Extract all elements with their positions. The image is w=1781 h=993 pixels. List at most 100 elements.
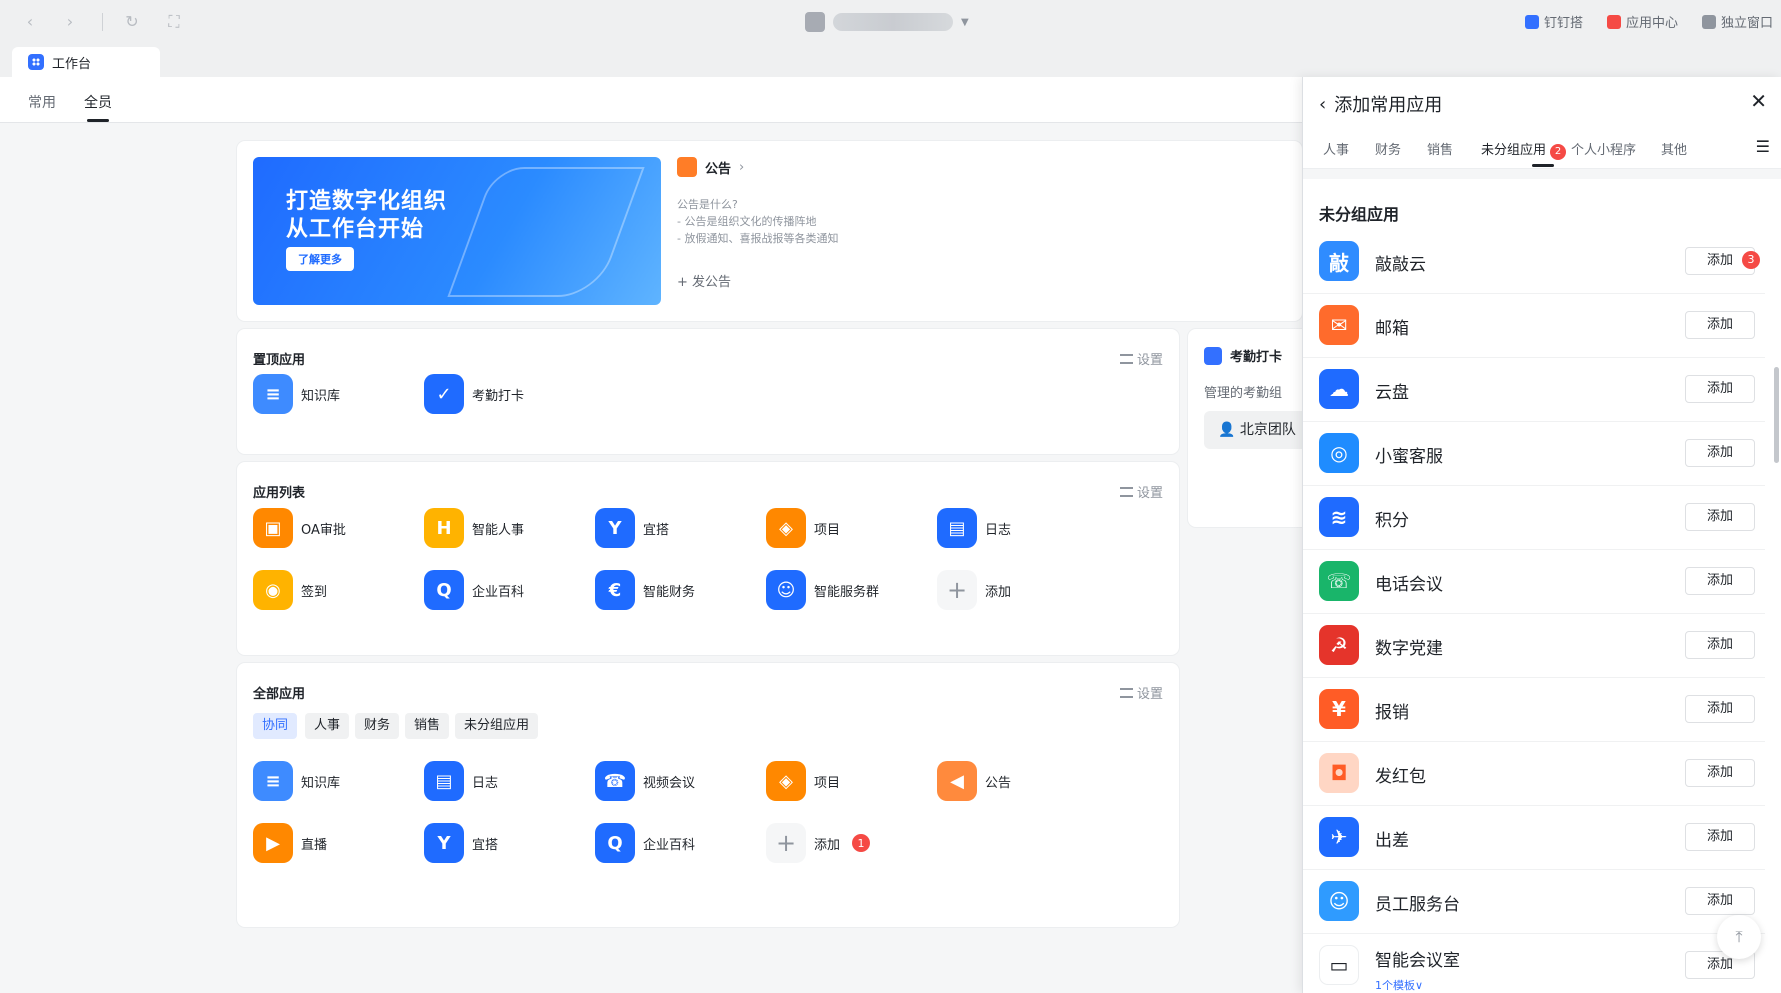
panel-tab[interactable]: 人事 [1323,139,1349,158]
add-button[interactable]: 添加 [1685,631,1755,659]
app-icon: ☺ [1319,881,1359,921]
add-button[interactable]: 添加 [1685,823,1755,851]
add-button[interactable]: 添加 [1685,759,1755,787]
app-item[interactable]: Y 宜搭 [424,823,498,863]
pinned-apps-card: 置顶应用 设置 ≡ 知识库 ✓ 考勤打卡 [237,329,1179,454]
app-icon: € [595,570,635,610]
filter-chip[interactable]: 协同 [253,713,298,739]
top-link-0[interactable]: 钉钉搭 [1524,12,1583,31]
app-item[interactable]: € 智能财务 [595,570,695,610]
app-icon: ◈ [766,761,806,801]
app-item[interactable]: ≡ 知识库 [253,761,340,801]
workbench-icon [28,54,44,70]
add-label: 添加 [1706,253,1733,268]
chevron-down-icon[interactable]: ▼ [961,17,969,28]
add-button[interactable]: 添加 [1685,439,1755,467]
add-button[interactable]: 添加 [1685,375,1755,403]
panel-tab[interactable]: 销售 [1427,139,1453,158]
panel-tab[interactable]: 未分组应用 2 [1481,139,1567,160]
app-item[interactable]: ▣ OA审批 [253,508,346,548]
back-icon[interactable]: ‹ [20,12,40,32]
org-switcher[interactable]: ▼ [805,10,969,34]
learn-more-button[interactable]: 了解更多 [286,247,354,271]
app-item[interactable]: ☺ 智能服务群 [766,570,879,610]
org-name-redacted [833,13,953,31]
app-item[interactable]: ▶ 直播 [253,823,327,863]
app-item[interactable]: ☎ 视频会议 [595,761,695,801]
top-link-1[interactable]: 应用中心 [1606,12,1678,31]
tab-workbench[interactable]: 工作台 [12,47,160,77]
fullscreen-icon[interactable]: ⛶ [164,12,184,32]
add-button[interactable]: 添加 [1685,567,1755,595]
app-center-icon [1606,14,1621,29]
app-list-card: 应用列表 设置 ▣ OA审批 H 智能人事 Y 宜搭 ◈ 项目 ▤ 日志 ◉ 签到 Q 企业百科 € 智能财务… [237,462,1179,655]
app-item[interactable]: ▤ 日志 [937,508,1011,548]
org-icon [805,12,825,32]
panel-tab-label: 人事 [1323,143,1350,158]
filter-chip[interactable]: 未分组应用 [455,713,539,739]
add-button[interactable]: 添加 [1685,887,1755,915]
back-arrow-icon[interactable]: ‹ [1319,94,1326,115]
panel-tab-label: 未分组应用 [1481,143,1547,158]
app-item[interactable]: Q 企业百科 [595,823,695,863]
all-apps-settings-button[interactable]: 设置 [1119,683,1163,702]
app-item[interactable]: ▤ 日志 [424,761,498,801]
app-row: ◎ 小蜜客服 添加 [1303,422,1765,486]
panel-tab[interactable]: 个人小程序 [1571,139,1636,158]
app-item[interactable]: ✓ 考勤打卡 [424,374,524,414]
forward-icon[interactable]: › [60,12,80,32]
app-list-settings-button[interactable]: 设置 [1119,482,1163,501]
pinned-settings-button[interactable]: 设置 [1119,349,1163,368]
app-item[interactable]: ≡ 知识库 [253,374,340,414]
app-item[interactable]: Q 企业百科 [424,570,524,610]
add-label: 添加 [1706,829,1733,844]
app-label: OA审批 [301,522,346,538]
panel-header: ‹ 添加常用应用 [1319,91,1442,117]
close-icon[interactable]: ✕ [1750,89,1767,113]
app-icon: ✉ [1319,305,1359,345]
app-label: 日志 [472,775,499,791]
menu-icon[interactable]: ☰ [1756,137,1770,156]
settings-label: 设置 [1136,486,1163,501]
app-item[interactable]: + 添加 1 [766,823,871,863]
subtab-common[interactable]: 常用 [28,92,56,112]
add-button[interactable]: 添加 3 [1685,247,1760,275]
top-link-2[interactable]: 独立窗口 [1701,12,1773,31]
post-announcement-button[interactable]: + 发公告 [677,271,731,290]
app-item[interactable]: ◈ 项目 [766,508,840,548]
filter-chip[interactable]: 人事 [305,713,350,739]
workbench-main: 常用 全员 打造数字化组织 从工作台开始 了解更多 公告 › 公告是什么? - … [0,77,1334,993]
panel-tab[interactable]: 财务 [1375,139,1401,158]
app-icon: ◈ [766,508,806,548]
scrollbar[interactable] [1774,367,1779,463]
app-item[interactable]: H 智能人事 [424,508,524,548]
app-item[interactable]: Y 宜搭 [595,508,669,548]
add-button[interactable]: 添加 [1685,311,1755,339]
add-button[interactable]: 添加 [1685,695,1755,723]
template-link[interactable]: 1个模板∨ [1375,977,1423,993]
app-item[interactable]: ◉ 签到 [253,570,327,610]
subtab-all-staff[interactable]: 全员 [84,92,112,122]
app-item[interactable]: ◀ 公告 [937,761,1011,801]
filter-chip[interactable]: 销售 [405,713,450,739]
promo-banner[interactable]: 打造数字化组织 从工作台开始 了解更多 [253,157,661,305]
filter-chip[interactable]: 财务 [355,713,400,739]
location-pin-icon [1204,346,1222,365]
app-row: ✉ 邮箱 添加 [1303,294,1765,358]
app-name: 敲敲云 [1375,255,1426,275]
attendance-header[interactable]: 考勤打卡 [1204,346,1282,365]
app-icon: ☎ [595,761,635,801]
add-label: 添加 [1706,957,1733,972]
add-button[interactable]: 添加 [1685,503,1755,531]
refresh-icon[interactable]: ↻ [122,12,142,32]
announcement-header[interactable]: 公告 › [677,157,744,177]
top-links: 钉钉搭 应用中心 独立窗口 [1524,12,1773,31]
app-icon: ☭ [1319,625,1359,665]
top-link-label: 钉钉搭 [1543,16,1583,31]
app-item[interactable]: ◈ 项目 [766,761,840,801]
back-to-top-button[interactable]: ⤒ [1717,915,1761,959]
app-item[interactable]: + 添加 [937,570,1011,610]
app-icon: Q [424,570,464,610]
panel-tab[interactable]: 其他 [1661,139,1689,158]
app-icon: Y [424,823,464,863]
